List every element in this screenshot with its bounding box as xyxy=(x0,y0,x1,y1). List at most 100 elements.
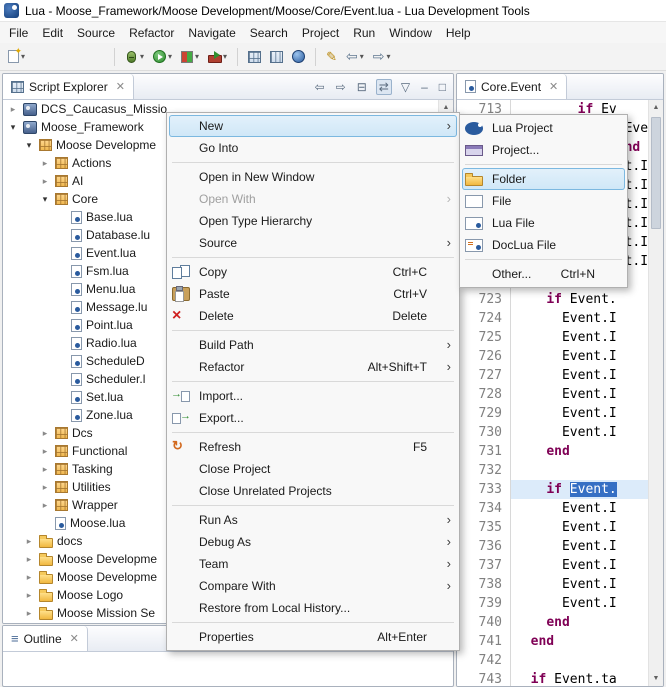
context-menu-item-import[interactable]: Import... xyxy=(169,385,457,407)
menubar-item-help[interactable]: Help xyxy=(439,24,478,42)
view-menu-icon[interactable]: ▽ xyxy=(399,80,412,94)
code-line[interactable]: 726 Event.I xyxy=(457,347,648,366)
new-submenu-item-project[interactable]: Project... xyxy=(462,139,625,161)
close-icon[interactable]: ✕ xyxy=(116,80,125,93)
context-menu-item-debug-as[interactable]: Debug As› xyxy=(169,531,457,553)
new-submenu-item-lua-file[interactable]: Lua File xyxy=(462,212,625,234)
dropdown-arrow-icon[interactable]: ▾ xyxy=(386,52,390,61)
run-button[interactable]: ▾ xyxy=(150,48,175,65)
menubar-item-window[interactable]: Window xyxy=(382,24,439,42)
debug-button[interactable]: ▾ xyxy=(122,49,147,65)
code-line[interactable]: 732 xyxy=(457,461,648,480)
context-menu-item-close-unrelated-projects[interactable]: Close Unrelated Projects xyxy=(169,480,457,502)
expand-arrow-icon[interactable]: ▸ xyxy=(39,446,51,457)
expand-arrow-icon[interactable]: ▸ xyxy=(39,500,51,511)
expand-arrow-icon[interactable]: ▸ xyxy=(23,608,35,619)
editor-scrollbar[interactable]: ▲ ▼ xyxy=(648,100,663,686)
nav-back-icon[interactable]: ⇦ xyxy=(313,80,327,94)
new-submenu-item-folder[interactable]: Folder xyxy=(462,168,625,190)
context-menu-item-export[interactable]: Export... xyxy=(169,407,457,429)
code-line[interactable]: 735 Event.I xyxy=(457,518,648,537)
expand-arrow-icon[interactable]: ▸ xyxy=(23,554,35,565)
menubar-item-file[interactable]: File xyxy=(2,24,35,42)
expand-arrow-icon[interactable]: ▸ xyxy=(7,104,19,115)
context-menu-item-compare-with[interactable]: Compare With› xyxy=(169,575,457,597)
code-line[interactable]: 734 Event.I xyxy=(457,499,648,518)
code-line[interactable]: 731 end xyxy=(457,442,648,461)
close-icon[interactable]: ✕ xyxy=(70,632,79,645)
open-type-button[interactable] xyxy=(245,49,264,65)
context-menu-item-refactor[interactable]: RefactorAlt+Shift+T› xyxy=(169,356,457,378)
code-line[interactable]: 727 Event.I xyxy=(457,366,648,385)
tab-script-explorer[interactable]: Script Explorer ✕ xyxy=(3,74,134,99)
context-menu-item-team[interactable]: Team› xyxy=(169,553,457,575)
minimize-icon[interactable]: – xyxy=(419,80,430,94)
context-menu-item-run-as[interactable]: Run As› xyxy=(169,509,457,531)
code-line[interactable]: 730 Event.I xyxy=(457,423,648,442)
tab-outline[interactable]: Outline ✕ xyxy=(3,626,88,651)
context-menu-item-go-into[interactable]: Go Into xyxy=(169,137,457,159)
code-line[interactable]: 725 Event.I xyxy=(457,328,648,347)
maximize-icon[interactable]: □ xyxy=(437,80,448,94)
expand-arrow-icon[interactable]: ▸ xyxy=(23,590,35,601)
context-menu-item-delete[interactable]: DeleteDelete xyxy=(169,305,457,327)
new-submenu-item-doclua-file[interactable]: DocLua File xyxy=(462,234,625,256)
context-menu-item-source[interactable]: Source› xyxy=(169,232,457,254)
code-line[interactable]: 733 if Event. xyxy=(457,480,648,499)
scroll-up-icon[interactable]: ▲ xyxy=(649,100,663,115)
code-line[interactable]: 740 end xyxy=(457,613,648,632)
expand-arrow-icon[interactable]: ▸ xyxy=(23,572,35,583)
close-icon[interactable]: ✕ xyxy=(549,80,558,93)
context-menu-item-copy[interactable]: CopyCtrl+C xyxy=(169,261,457,283)
context-menu-item-build-path[interactable]: Build Path› xyxy=(169,334,457,356)
menubar-item-project[interactable]: Project xyxy=(295,24,346,42)
external-tools-button[interactable]: ▾ xyxy=(205,49,230,65)
code-line[interactable]: 724 Event.I xyxy=(457,309,648,328)
expand-arrow-icon[interactable]: ▾ xyxy=(39,194,51,205)
context-menu-item-new[interactable]: New› xyxy=(169,115,457,137)
dropdown-arrow-icon[interactable]: ▾ xyxy=(360,52,364,61)
dropdown-arrow-icon[interactable]: ▾ xyxy=(168,52,172,61)
context-menu-item-open-type-hierarchy[interactable]: Open Type Hierarchy xyxy=(169,210,457,232)
new-submenu-item-other[interactable]: Other...Ctrl+N xyxy=(462,263,625,285)
collapse-all-icon[interactable]: ⊟ xyxy=(355,80,369,94)
code-line[interactable]: 737 Event.I xyxy=(457,556,648,575)
expand-arrow-icon[interactable]: ▾ xyxy=(23,140,35,151)
context-menu-item-restore-from-local-history[interactable]: Restore from Local History... xyxy=(169,597,457,619)
code-line[interactable]: 742 xyxy=(457,651,648,670)
dropdown-arrow-icon[interactable]: ▾ xyxy=(223,52,227,61)
menubar-item-refactor[interactable]: Refactor xyxy=(122,24,181,42)
new-submenu-item-lua-project[interactable]: Lua Project xyxy=(462,117,625,139)
menubar-item-search[interactable]: Search xyxy=(243,24,295,42)
context-menu-item-properties[interactable]: PropertiesAlt+Enter xyxy=(169,626,457,648)
code-line[interactable]: 739 Event.I xyxy=(457,594,648,613)
menubar-item-navigate[interactable]: Navigate xyxy=(181,24,242,42)
tab-core-event[interactable]: Core.Event ✕ xyxy=(457,74,567,99)
code-line[interactable]: 728 Event.I xyxy=(457,385,648,404)
expand-arrow-icon[interactable]: ▸ xyxy=(39,176,51,187)
nav-forward-icon[interactable]: ⇨ xyxy=(334,80,348,94)
expand-arrow-icon[interactable]: ▸ xyxy=(39,158,51,169)
last-edit-location-button[interactable] xyxy=(323,48,340,66)
back-button[interactable]: ▾ xyxy=(343,47,367,66)
context-menu-item-refresh[interactable]: RefreshF5 xyxy=(169,436,457,458)
forward-button[interactable]: ▾ xyxy=(370,47,394,66)
expand-arrow-icon[interactable]: ▸ xyxy=(39,482,51,493)
expand-arrow-icon[interactable]: ▾ xyxy=(7,122,19,133)
scrollbar-thumb[interactable] xyxy=(651,117,661,229)
scroll-down-icon[interactable]: ▼ xyxy=(649,671,663,686)
code-line[interactable]: 723 if Event. xyxy=(457,290,648,309)
expand-arrow-icon[interactable]: ▸ xyxy=(23,536,35,547)
code-line[interactable]: 741 end xyxy=(457,632,648,651)
code-line[interactable]: 738 Event.I xyxy=(457,575,648,594)
menubar-item-run[interactable]: Run xyxy=(346,24,382,42)
dropdown-arrow-icon[interactable]: ▾ xyxy=(140,52,144,61)
context-menu-item-open-in-new-window[interactable]: Open in New Window xyxy=(169,166,457,188)
expand-arrow-icon[interactable]: ▸ xyxy=(39,464,51,475)
expand-arrow-icon[interactable]: ▸ xyxy=(39,428,51,439)
context-menu-item-close-project[interactable]: Close Project xyxy=(169,458,457,480)
new-submenu-item-file[interactable]: File xyxy=(462,190,625,212)
context-menu-item-open-with[interactable]: Open With› xyxy=(169,188,457,210)
web-browser-button[interactable] xyxy=(289,48,308,65)
dropdown-arrow-icon[interactable]: ▾ xyxy=(195,52,199,61)
